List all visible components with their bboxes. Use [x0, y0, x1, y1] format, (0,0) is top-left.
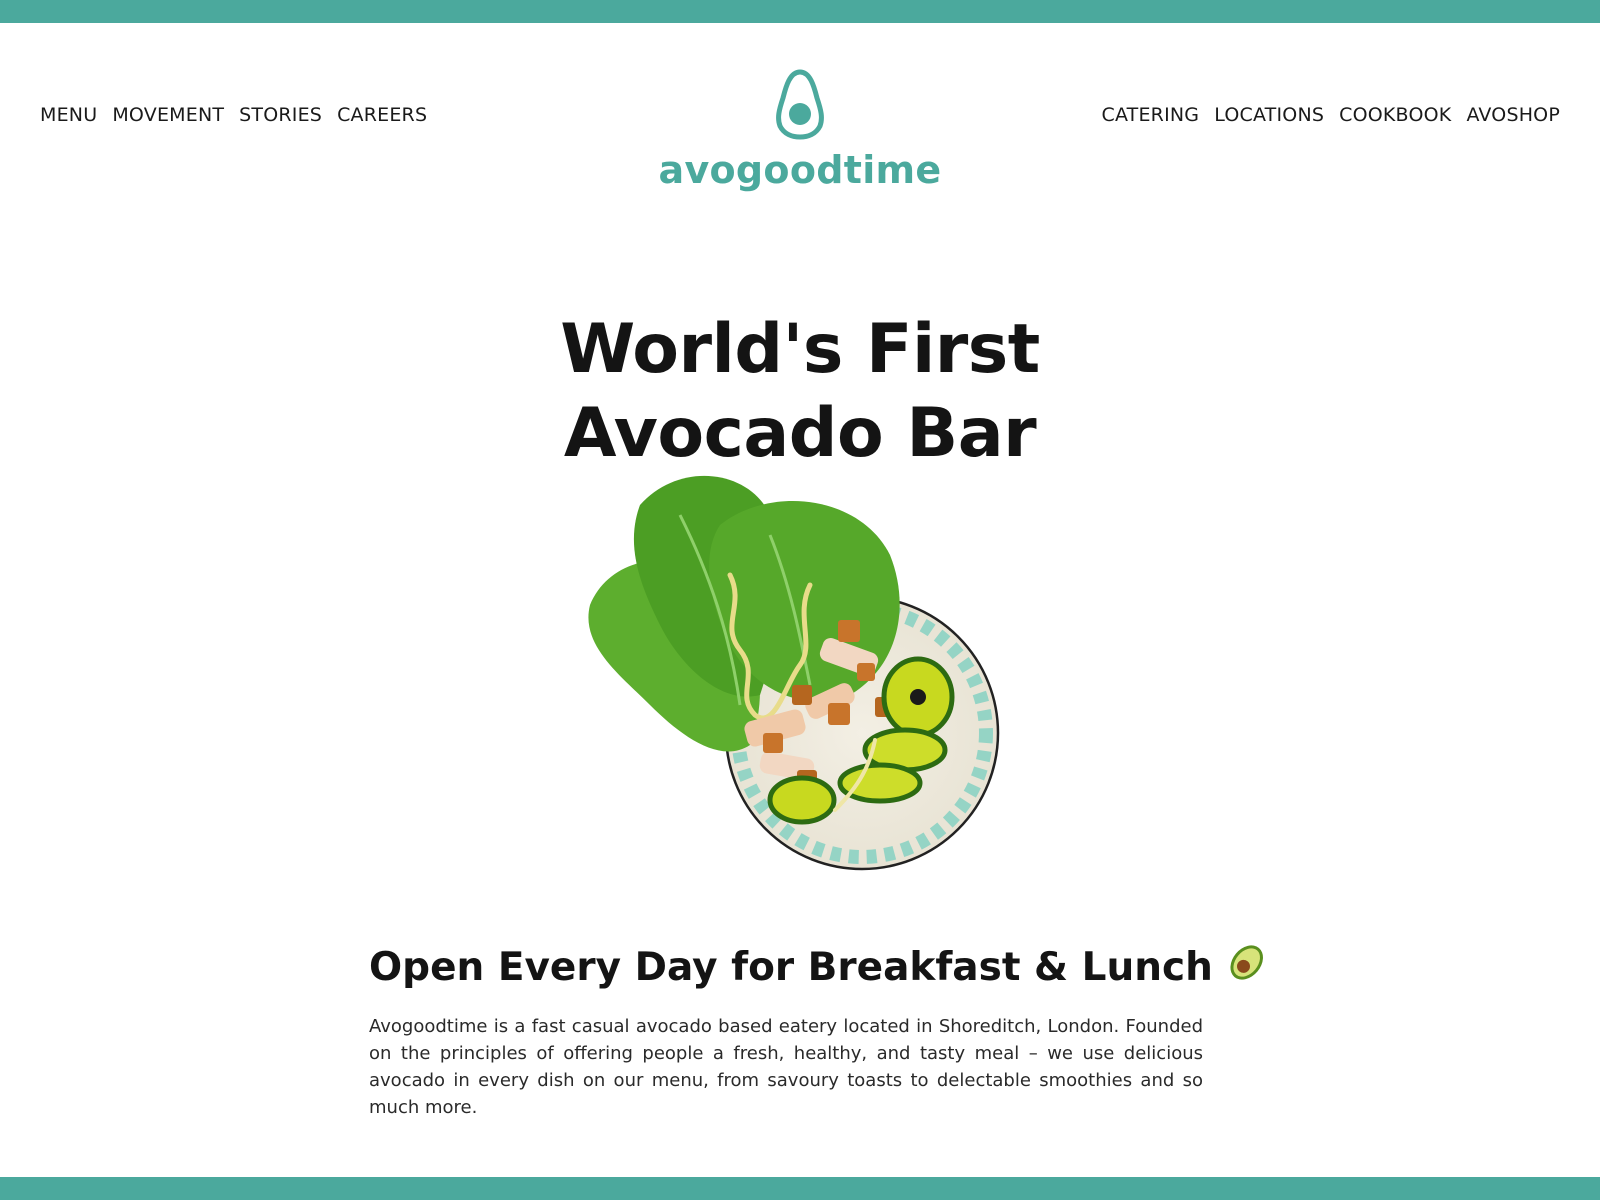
bottom-accent-bar: [0, 1177, 1600, 1200]
hero-salad-image: [570, 465, 1010, 889]
hero-title-line-1: World's First: [560, 309, 1040, 389]
brand-wordmark: avogoodtime: [658, 148, 942, 192]
nav-item-cookbook[interactable]: COOKBOOK: [1339, 104, 1451, 126]
nav-right: CATERING LOCATIONS COOKBOOK AVOSHOP: [1101, 104, 1560, 126]
about-heading-text: Open Every Day for Breakfast & Lunch: [369, 944, 1213, 990]
avocado-icon: [774, 68, 826, 144]
about-heading: Open Every Day for Breakfast & Lunch: [369, 938, 1263, 997]
nav-item-catering[interactable]: CATERING: [1101, 104, 1199, 126]
avocado-emoji-icon: [1225, 938, 1271, 997]
hero-title: World's First Avocado Bar: [0, 308, 1600, 476]
hero-title-line-2: Avocado Bar: [563, 393, 1037, 473]
nav-item-avoshop[interactable]: AVOSHOP: [1466, 104, 1560, 126]
about-body: Avogoodtime is a fast casual avocado bas…: [369, 1016, 1203, 1118]
brand-logo[interactable]: avogoodtime: [0, 68, 1600, 192]
about-section: Open Every Day for Breakfast & Lunch Avo…: [369, 938, 1263, 1121]
nav-item-locations[interactable]: LOCATIONS: [1214, 104, 1324, 126]
top-accent-bar: [0, 0, 1600, 23]
